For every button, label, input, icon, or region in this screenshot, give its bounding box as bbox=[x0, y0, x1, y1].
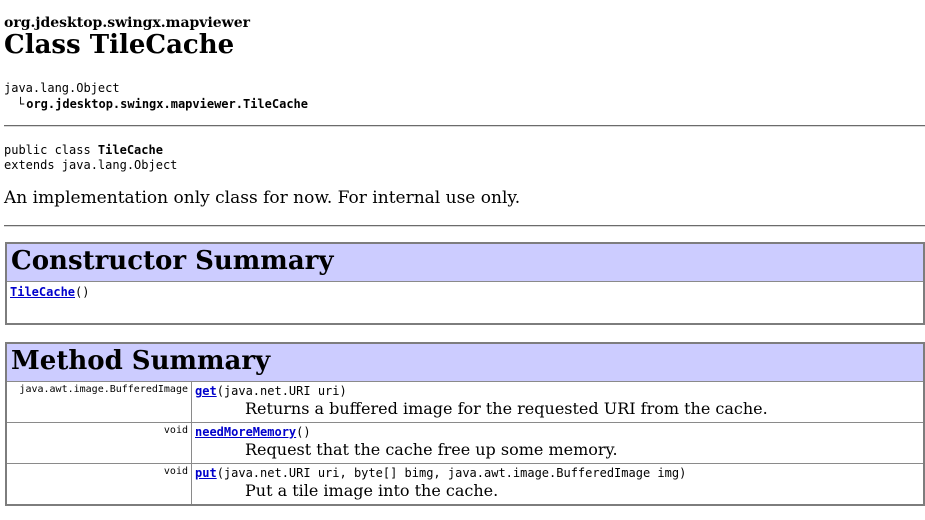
method-return-type: java.awt.image.BufferedImage bbox=[5, 381, 192, 423]
page-title: Class TileCache bbox=[4, 30, 235, 60]
method-params: (java.net.URI uri, byte[] bimg, java.awt… bbox=[216, 466, 687, 480]
declaration-prefix: public class bbox=[4, 143, 98, 157]
method-link-put[interactable]: put bbox=[195, 466, 217, 480]
method-cell: needMoreMemory() Request that the cache … bbox=[191, 422, 925, 464]
hierarchy-root: java.lang.Object bbox=[4, 81, 120, 95]
method-cell: get(java.net.URI uri) Returns a buffered… bbox=[191, 381, 925, 423]
constructor-link[interactable]: TileCache bbox=[10, 285, 75, 299]
hierarchy-child: org.jdesktop.swingx.mapviewer.TileCache bbox=[26, 97, 308, 111]
method-description: Request that the cache free up some memo… bbox=[245, 440, 618, 459]
tree-branch-icon: └ bbox=[17, 97, 25, 111]
constructor-summary-table: Constructor Summary TileCache() bbox=[5, 242, 925, 325]
class-declaration: public class TileCache bbox=[4, 143, 163, 157]
method-params: (java.net.URI uri) bbox=[216, 384, 347, 398]
constructor-cell: TileCache() bbox=[5, 281, 925, 325]
method-description: Returns a buffered image for the request… bbox=[245, 399, 768, 418]
table-row: TileCache() bbox=[5, 281, 925, 325]
class-description: An implementation only class for now. Fo… bbox=[4, 188, 521, 208]
method-cell: put(java.net.URI uri, byte[] bimg, java.… bbox=[191, 463, 925, 506]
method-link-needmorememory[interactable]: needMoreMemory bbox=[195, 425, 296, 439]
package-name: org.jdesktop.swingx.mapviewer bbox=[4, 15, 250, 31]
method-return-type: void bbox=[5, 463, 192, 506]
hierarchy-child-row: └ org.jdesktop.swingx.mapviewer.TileCache bbox=[17, 97, 308, 111]
constructor-summary-heading: Constructor Summary bbox=[5, 242, 925, 282]
method-params: () bbox=[296, 425, 311, 439]
method-description: Put a tile image into the cache. bbox=[245, 481, 499, 500]
constructor-params: () bbox=[75, 285, 90, 299]
divider bbox=[4, 125, 925, 127]
divider bbox=[4, 225, 925, 227]
table-row: java.awt.image.BufferedImage get(java.ne… bbox=[5, 381, 925, 423]
table-row: void put(java.net.URI uri, byte[] bimg, … bbox=[5, 463, 925, 506]
method-return-type: void bbox=[5, 422, 192, 464]
table-row: void needMoreMemory() Request that the c… bbox=[5, 422, 925, 464]
method-summary-heading: Method Summary bbox=[5, 342, 925, 382]
class-extends: extends java.lang.Object bbox=[4, 158, 178, 172]
method-summary-table: Method Summary java.awt.image.BufferedIm… bbox=[5, 342, 925, 506]
method-link-get[interactable]: get bbox=[195, 384, 217, 398]
declaration-class-name: TileCache bbox=[97, 143, 163, 157]
